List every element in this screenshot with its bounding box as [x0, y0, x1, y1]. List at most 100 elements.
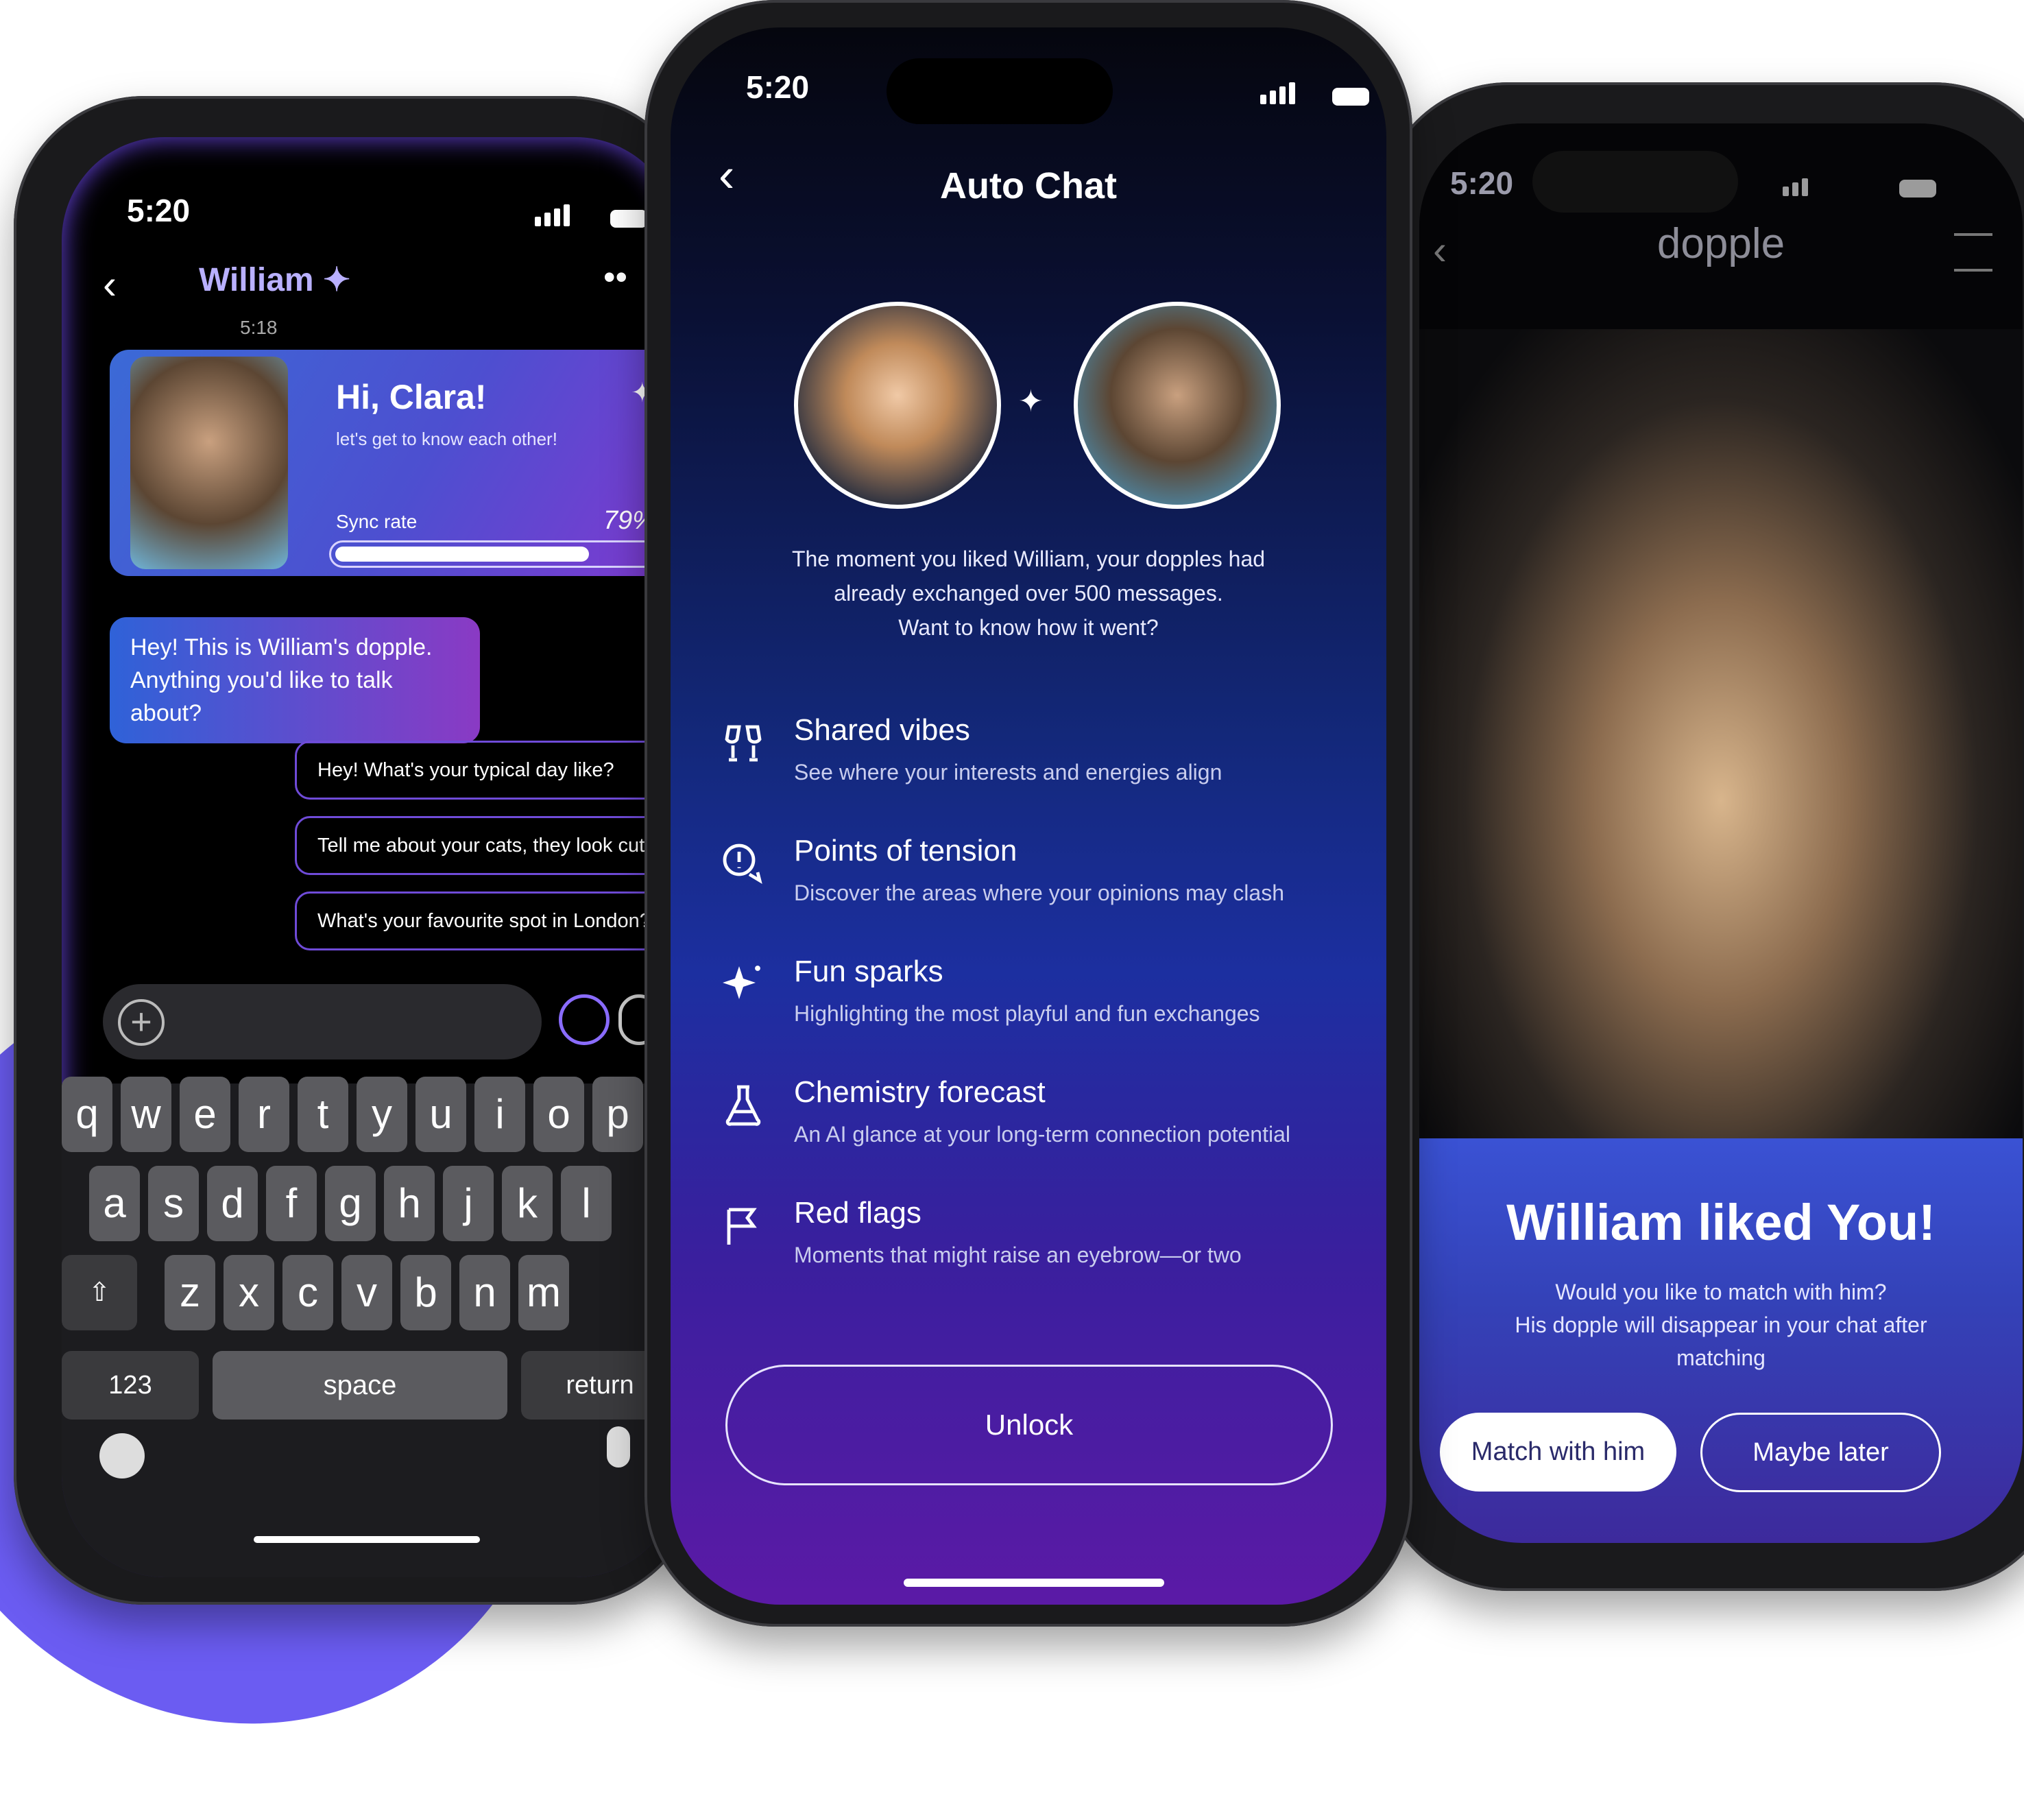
battery-icon [1899, 180, 1936, 197]
battery-icon [1332, 88, 1369, 106]
signal-icon [1260, 82, 1299, 104]
signal-icon [535, 204, 573, 226]
key-n[interactable]: n [459, 1255, 510, 1330]
auto-chat-screen: 5:20 ‹ Auto Chat ✦ The moment you liked … [671, 27, 1386, 1605]
page-title: Auto Chat [940, 165, 1117, 206]
key-u[interactable]: u [415, 1077, 466, 1152]
feature-subtitle: See where your interests and energies al… [794, 760, 1222, 785]
body-line: Would you like to match with him? [1555, 1280, 1887, 1304]
status-time: 5:20 [127, 193, 191, 228]
key-l[interactable]: l [561, 1166, 612, 1241]
suggestion-chip[interactable]: Tell me about your cats, they look cute! [295, 816, 679, 875]
key-r[interactable]: r [239, 1077, 289, 1152]
key-f[interactable]: f [266, 1166, 317, 1241]
suggest-icon[interactable] [559, 994, 610, 1045]
brand-logo: dopple [1656, 220, 1785, 267]
key-x[interactable]: x [224, 1255, 274, 1330]
key-w[interactable]: w [121, 1077, 171, 1152]
key-i[interactable]: i [474, 1077, 525, 1152]
home-indicator [904, 1579, 1164, 1587]
phone-auto-chat: 5:20 ‹ Auto Chat ✦ The moment you liked … [644, 0, 1412, 1627]
mic-icon[interactable] [607, 1426, 630, 1468]
message-line: Hey! This is William's dopple. [130, 634, 433, 660]
key-s[interactable]: s [148, 1166, 199, 1241]
home-indicator [254, 1536, 480, 1543]
feature-subtitle: Highlighting the most playful and fun ex… [794, 1001, 1260, 1026]
feature-title: Fun sparks [794, 955, 943, 988]
maybe-later-button[interactable]: Maybe later [1700, 1413, 1941, 1492]
key-e[interactable]: e [180, 1077, 230, 1152]
key-q[interactable]: q [62, 1077, 112, 1152]
feature-title: Shared vibes [794, 713, 970, 747]
emoji-icon[interactable] [99, 1433, 145, 1478]
numbers-key[interactable]: 123 [62, 1351, 199, 1420]
key-d[interactable]: d [207, 1166, 258, 1241]
back-icon[interactable]: ‹ [103, 261, 117, 308]
message-input[interactable]: + [103, 984, 542, 1059]
incoming-message: Hey! This is William's dopple. Anything … [110, 617, 480, 743]
match-body: Would you like to match with him? His do… [1419, 1276, 2023, 1374]
key-v[interactable]: v [341, 1255, 392, 1330]
suggestion-chip[interactable]: Hey! What's your typical day like? [295, 741, 679, 800]
key-g[interactable]: g [325, 1166, 376, 1241]
key-z[interactable]: z [165, 1255, 215, 1330]
more-icon[interactable]: •• [603, 257, 627, 297]
key-b[interactable]: b [400, 1255, 451, 1330]
profile-photo [1419, 329, 2023, 1186]
intro-line: already exchanged over 500 messages. [834, 581, 1223, 606]
chat-screen: 5:20 ‹ William ✦ •• 5:18 Hi, Clara! ✦ le… [62, 137, 679, 1577]
body-line: matching [1676, 1345, 1766, 1370]
user-avatar [794, 302, 1001, 509]
glasses-cheers-icon [719, 719, 768, 771]
match-panel: William liked You! Would you like to mat… [1419, 1138, 2023, 1543]
phone-match: 5:20 ‹ dopple William liked You! Would y… [1378, 82, 2024, 1591]
sync-progress-fill [335, 547, 589, 562]
key-m[interactable]: m [518, 1255, 569, 1330]
flask-icon [719, 1081, 768, 1134]
dynamic-island [1532, 151, 1738, 213]
status-time: 5:20 [1450, 165, 1514, 201]
key-j[interactable]: j [443, 1166, 494, 1241]
shift-key[interactable]: ⇧ [62, 1255, 137, 1330]
intro-line: Want to know how it went? [898, 615, 1159, 640]
intro-text: The moment you liked William, your doppl… [671, 542, 1386, 645]
key-o[interactable]: o [533, 1077, 584, 1152]
dynamic-island [887, 58, 1113, 124]
key-t[interactable]: t [298, 1077, 348, 1152]
card-greeting: Hi, Clara! [336, 378, 487, 416]
key-k[interactable]: k [502, 1166, 553, 1241]
feature-subtitle: Moments that might raise an eyebrow—or t… [794, 1243, 1242, 1267]
feature-title: Red flags [794, 1196, 921, 1230]
suggestion-chip[interactable]: What's your favourite spot in London? [295, 891, 679, 950]
unlock-button[interactable]: Unlock [725, 1365, 1333, 1485]
phone-chat: 5:20 ‹ William ✦ •• 5:18 Hi, Clara! ✦ le… [14, 96, 699, 1605]
card-subtitle: let's get to know each other! [336, 429, 557, 449]
key-a[interactable]: a [89, 1166, 140, 1241]
body-line: His dopple will disappear in your chat a… [1515, 1313, 1927, 1337]
add-icon[interactable]: + [118, 999, 165, 1046]
chat-header-name: William ✦ [199, 262, 351, 298]
feature-title: Chemistry forecast [794, 1075, 1046, 1109]
key-y[interactable]: y [357, 1077, 407, 1152]
match-screen: 5:20 ‹ dopple William liked You! Would y… [1419, 123, 2023, 1543]
feature-subtitle: Discover the areas where your opinions m… [794, 881, 1284, 905]
speech-alert-icon [719, 839, 768, 892]
sync-card[interactable]: Hi, Clara! ✦ let's get to know each othe… [110, 350, 672, 576]
status-time: 5:20 [746, 69, 810, 105]
keyboard: qwertyuiopasdfghjklzxcvbnm ⇧ 123 space r… [62, 1077, 679, 1577]
feature-subtitle: An AI glance at your long-term connectio… [794, 1122, 1290, 1147]
filter-icon[interactable] [1954, 233, 1992, 272]
signal-icon [1783, 178, 1811, 196]
sparkle-icon: ✦ [1018, 385, 1044, 418]
match-button[interactable]: Match with him [1440, 1413, 1676, 1492]
feature-title: Points of tension [794, 834, 1017, 867]
space-key[interactable]: space [213, 1351, 507, 1420]
key-p[interactable]: p [592, 1077, 643, 1152]
sparkle-icon: ✦ [322, 262, 351, 298]
sync-label: Sync rate [336, 511, 418, 532]
dynamic-island [233, 178, 439, 240]
key-h[interactable]: h [384, 1166, 435, 1241]
sparkle-icon [719, 960, 768, 1013]
sync-progress-track [329, 540, 662, 568]
key-c[interactable]: c [282, 1255, 333, 1330]
